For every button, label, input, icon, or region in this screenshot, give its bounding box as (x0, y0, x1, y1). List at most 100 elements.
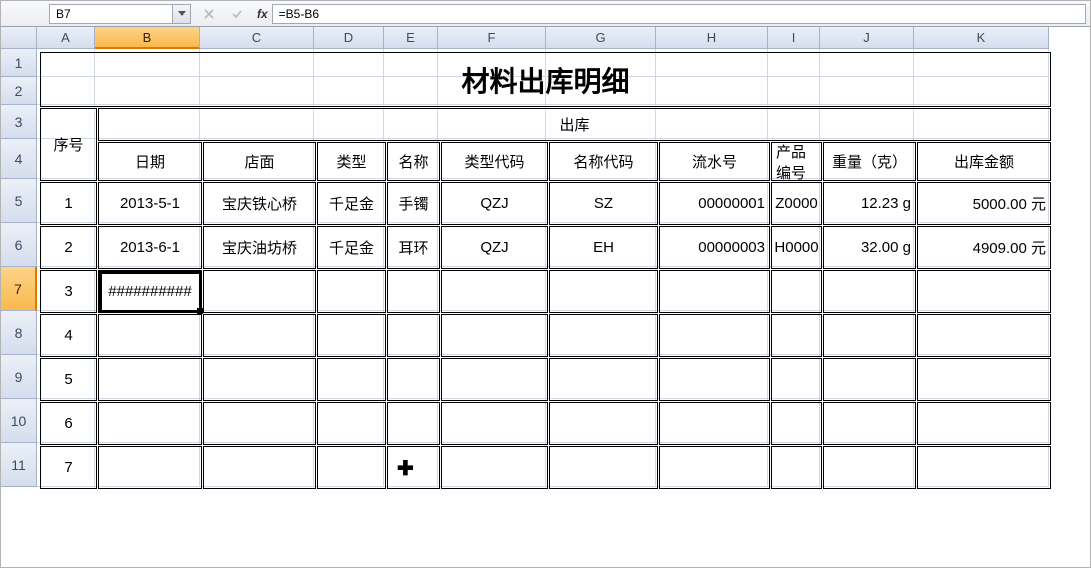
cell-weight-8[interactable] (823, 314, 916, 357)
cell-date-8[interactable] (98, 314, 202, 357)
column-header-E[interactable]: E (384, 27, 438, 49)
cell-name-5[interactable]: 手镯 (387, 182, 440, 225)
column-header-H[interactable]: H (656, 27, 768, 49)
formula-input[interactable]: =B5-B6 (272, 4, 1086, 24)
cell-type-9[interactable] (317, 358, 386, 401)
cell-type-10[interactable] (317, 402, 386, 445)
cell-weight-10[interactable] (823, 402, 916, 445)
row-header-6[interactable]: 6 (1, 223, 37, 267)
cell-name-7[interactable] (387, 270, 440, 313)
row-header-9[interactable]: 9 (1, 355, 37, 399)
cell-namecode-5[interactable]: SZ (549, 182, 658, 225)
header-serial[interactable]: 流水号 (659, 142, 770, 181)
cell-namecode-11[interactable] (549, 446, 658, 489)
cell-prodno-10[interactable] (771, 402, 822, 445)
column-header-J[interactable]: J (820, 27, 914, 49)
header-date[interactable]: 日期 (98, 142, 202, 181)
column-header-A[interactable]: A (37, 27, 95, 49)
cell-serial-11[interactable] (659, 446, 770, 489)
cell-amount-10[interactable] (917, 402, 1051, 445)
cell-shop-8[interactable] (203, 314, 316, 357)
row-header-3[interactable]: 3 (1, 105, 37, 139)
cell-seq-11[interactable]: 7 (40, 446, 97, 489)
cell-weight-9[interactable] (823, 358, 916, 401)
cell-name-10[interactable] (387, 402, 440, 445)
cell-type-11[interactable] (317, 446, 386, 489)
cell-amount-7[interactable] (917, 270, 1051, 313)
cell-namecode-8[interactable] (549, 314, 658, 357)
row-header-7[interactable]: 7 (1, 267, 37, 311)
cell-namecode-6[interactable]: EH (549, 226, 658, 269)
cell-date-6[interactable]: 2013-6-1 (98, 226, 202, 269)
cell-typecode-11[interactable] (441, 446, 548, 489)
column-header-B[interactable]: B (95, 27, 200, 49)
cell-amount-11[interactable] (917, 446, 1051, 489)
cell-seq-9[interactable]: 5 (40, 358, 97, 401)
column-header-G[interactable]: G (546, 27, 656, 49)
header-outbound[interactable]: 出库 (98, 108, 1051, 141)
cell-amount-6[interactable]: 4909.00 元 (917, 226, 1051, 269)
cell-shop-10[interactable] (203, 402, 316, 445)
cell-date-10[interactable] (98, 402, 202, 445)
cell-typecode-10[interactable] (441, 402, 548, 445)
header-shop[interactable]: 店面 (203, 142, 316, 181)
row-header-1[interactable]: 1 (1, 49, 37, 77)
cell-amount-8[interactable] (917, 314, 1051, 357)
cell-date-5[interactable]: 2013-5-1 (98, 182, 202, 225)
cell-typecode-7[interactable] (441, 270, 548, 313)
select-all-corner[interactable] (1, 27, 37, 49)
row-header-5[interactable]: 5 (1, 179, 37, 223)
header-namecode[interactable]: 名称代码 (549, 142, 658, 181)
cell-serial-8[interactable] (659, 314, 770, 357)
row-header-4[interactable]: 4 (1, 139, 37, 179)
cell-seq-7[interactable]: 3 (40, 270, 97, 313)
cell-seq-6[interactable]: 2 (40, 226, 97, 269)
cell-typecode-8[interactable] (441, 314, 548, 357)
header-seq[interactable]: 序号 (40, 108, 97, 181)
cell-name-8[interactable] (387, 314, 440, 357)
cell-prodno-9[interactable] (771, 358, 822, 401)
cancel-formula-button[interactable] (195, 4, 223, 24)
cell-weight-11[interactable] (823, 446, 916, 489)
confirm-formula-button[interactable] (223, 4, 251, 24)
cell-serial-5[interactable]: 00000001 (659, 182, 770, 225)
cell-namecode-10[interactable] (549, 402, 658, 445)
cell-namecode-7[interactable] (549, 270, 658, 313)
cell-date-11[interactable] (98, 446, 202, 489)
cell-amount-9[interactable] (917, 358, 1051, 401)
cell-amount-5[interactable]: 5000.00 元 (917, 182, 1051, 225)
cell-name-11[interactable] (387, 446, 440, 489)
row-header-8[interactable]: 8 (1, 311, 37, 355)
column-header-F[interactable]: F (438, 27, 546, 49)
row-header-10[interactable]: 10 (1, 399, 37, 443)
cell-typecode-6[interactable]: QZJ (441, 226, 548, 269)
cell-namecode-9[interactable] (549, 358, 658, 401)
cell-weight-7[interactable] (823, 270, 916, 313)
name-box-dropdown[interactable] (173, 4, 191, 24)
cell-type-6[interactable]: 千足金 (317, 226, 386, 269)
header-name[interactable]: 名称 (387, 142, 440, 181)
name-box[interactable]: B7 (49, 4, 173, 24)
cell-shop-9[interactable] (203, 358, 316, 401)
cell-prodno-8[interactable] (771, 314, 822, 357)
column-header-D[interactable]: D (314, 27, 384, 49)
cell-shop-6[interactable]: 宝庆油坊桥 (203, 226, 316, 269)
cell-prodno-6[interactable]: H0000 (771, 226, 822, 269)
cell-prodno-5[interactable]: Z0000 (771, 182, 822, 225)
header-type[interactable]: 类型 (317, 142, 386, 181)
cell-serial-9[interactable] (659, 358, 770, 401)
fx-button[interactable]: fx (257, 7, 268, 21)
cell-name-6[interactable]: 耳环 (387, 226, 440, 269)
cell-type-8[interactable] (317, 314, 386, 357)
cell-typecode-5[interactable]: QZJ (441, 182, 548, 225)
cell-prodno-7[interactable] (771, 270, 822, 313)
cell-prodno-11[interactable] (771, 446, 822, 489)
row-header-2[interactable]: 2 (1, 77, 37, 105)
cell-type-5[interactable]: 千足金 (317, 182, 386, 225)
cells-area[interactable]: 材料出库明细序号出库日期店面类型名称类型代码名称代码流水号产品编号重量（克）出库… (37, 49, 1049, 487)
cell-seq-5[interactable]: 1 (40, 182, 97, 225)
header-weight[interactable]: 重量（克） (823, 142, 916, 181)
cell-type-7[interactable] (317, 270, 386, 313)
cell-weight-5[interactable]: 12.23 g (823, 182, 916, 225)
cell-weight-6[interactable]: 32.00 g (823, 226, 916, 269)
